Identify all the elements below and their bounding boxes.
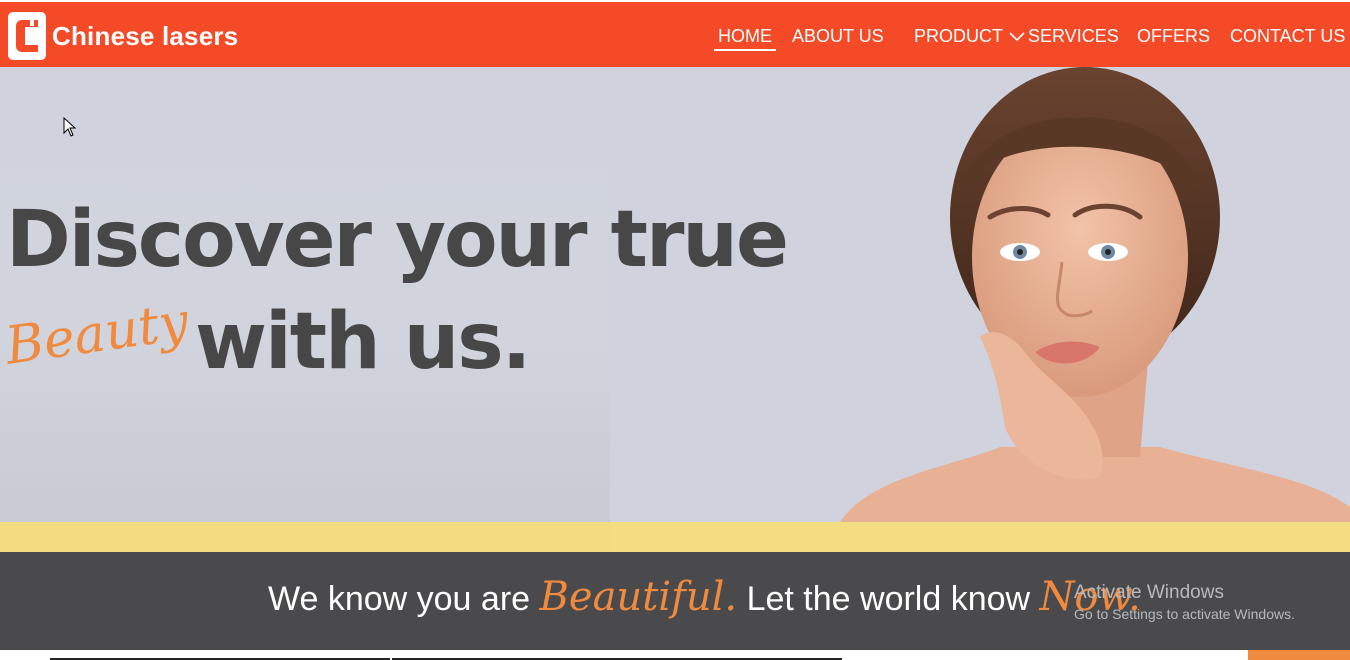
nav-about-us[interactable]: ABOUT US — [792, 24, 884, 48]
nav-product[interactable]: PRODUCT — [914, 24, 1025, 48]
tagline: We know you are Beautiful. Let the world… — [268, 574, 1141, 620]
nav-home[interactable]: HOME — [714, 24, 776, 51]
accent-band-left — [0, 522, 610, 552]
logo-c-icon — [8, 12, 46, 60]
watermark-title: Activate Windows — [1074, 582, 1224, 603]
brand-name: Chinese lasers — [52, 20, 239, 51]
hero-backdrop — [0, 67, 610, 522]
hero-heading-line2: with us. — [195, 297, 531, 387]
tagline-part2: Let the world know — [746, 580, 1031, 618]
windows-activation-watermark: Activate Windows Go to Settings to activ… — [1074, 582, 1295, 622]
mouse-cursor-icon — [63, 117, 77, 137]
accent-band — [0, 522, 1350, 552]
tagline-part1: We know you are — [268, 580, 531, 618]
nav-contact-us[interactable]: CONTACT US — [1230, 24, 1345, 48]
hero-banner: Discover your true Beauty with us. — [0, 67, 1350, 522]
watermark-subtitle: Go to Settings to activate Windows. — [1074, 606, 1295, 622]
nav-product-label: PRODUCT — [914, 26, 1003, 46]
site-header: Chinese lasers HOME ABOUT US PRODUCT SER… — [0, 0, 1350, 67]
hero-heading-line1: Discover your true — [6, 195, 789, 285]
page-bottom-strip — [0, 650, 1350, 660]
nav-services[interactable]: SERVICES — [1028, 24, 1119, 48]
model-portrait-image — [840, 67, 1350, 522]
chevron-down-icon — [1009, 32, 1025, 42]
nav-offers[interactable]: OFFERS — [1137, 24, 1210, 48]
tagline-bar: We know you are Beautiful. Let the world… — [0, 552, 1350, 650]
brand-logo[interactable]: Chinese lasers — [8, 12, 238, 60]
bottom-accent-block — [1248, 650, 1350, 660]
tagline-script-beautiful: Beautiful. — [539, 574, 738, 620]
